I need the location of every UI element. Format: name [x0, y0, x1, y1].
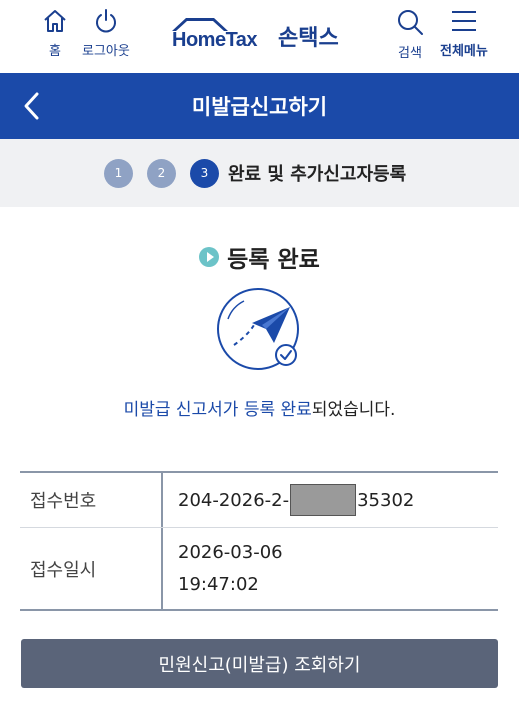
logout-button[interactable]: 로그아웃: [82, 8, 130, 59]
home-button[interactable]: 홈: [42, 8, 68, 59]
power-icon: [93, 8, 119, 38]
page-title: 미발급신고하기: [191, 95, 328, 119]
receipt-no-label: 접수번호: [20, 473, 163, 527]
title-bar: 미발급신고하기: [0, 73, 519, 139]
step-current-label: 완료 및 추가신고자등록: [228, 164, 407, 185]
completion-message: 미발급 신고서가 등록 완료되었습니다.: [0, 395, 519, 420]
message-rest: 되었습니다.: [311, 400, 396, 420]
table-row: 접수일시 2026-03-06 19:47:02: [20, 527, 498, 609]
section-heading: 등록 완료: [0, 240, 519, 274]
search-icon: [396, 8, 424, 40]
message-highlight-2: 등록 완료: [243, 400, 312, 420]
step-indicator: 1 2 3 완료 및 추가신고자등록: [0, 139, 519, 207]
chevron-left-icon[interactable]: [22, 91, 40, 125]
search-button[interactable]: 검색: [396, 8, 424, 61]
brand-logo: HomeTax: [170, 15, 276, 51]
table-row: 접수번호 204-2026-2- 35302: [20, 473, 498, 527]
masked-block: [290, 484, 357, 516]
menu-label: 전체메뉴: [440, 44, 488, 59]
section-heading-text: 등록 완료: [227, 247, 320, 273]
receipt-no-prefix: 204-2026-2-: [178, 489, 290, 511]
search-label: 검색: [398, 46, 422, 61]
inquiry-button[interactable]: 민원신고(미발급) 조회하기: [21, 639, 498, 688]
paper-plane-complete-icon: [214, 285, 306, 381]
receipt-no-value: 204-2026-2- 35302: [163, 473, 498, 527]
receipt-date: 2026-03-06: [178, 541, 283, 563]
home-icon: [42, 8, 68, 38]
hamburger-icon: [450, 8, 478, 38]
receipt-time: 19:47:02: [178, 573, 259, 595]
receipt-dt-label: 접수일시: [20, 528, 163, 609]
step-2: 2: [147, 158, 176, 188]
receipt-info-table: 접수번호 204-2026-2- 35302 접수일시 2026-03-06 19…: [20, 471, 498, 611]
receipt-no-suffix: 35302: [357, 489, 415, 511]
step-1: 1: [104, 158, 133, 188]
hometax-logo[interactable]: HomeTax 손택스: [170, 14, 339, 52]
receipt-dt-value: 2026-03-06 19:47:02: [163, 528, 498, 609]
play-bullet-icon: [199, 247, 220, 267]
step-3: 3: [190, 158, 219, 188]
home-label: 홈: [49, 44, 61, 59]
top-header: 홈 로그아웃 HomeTax 손택스 검색 전체메뉴: [0, 0, 519, 73]
message-highlight-1: 미발급 신고서가: [123, 400, 239, 420]
brand-sub: 손택스: [278, 26, 339, 51]
full-menu-button[interactable]: 전체메뉴: [440, 8, 488, 59]
logout-label: 로그아웃: [82, 44, 130, 59]
brand-name: HomeTax: [172, 29, 258, 51]
